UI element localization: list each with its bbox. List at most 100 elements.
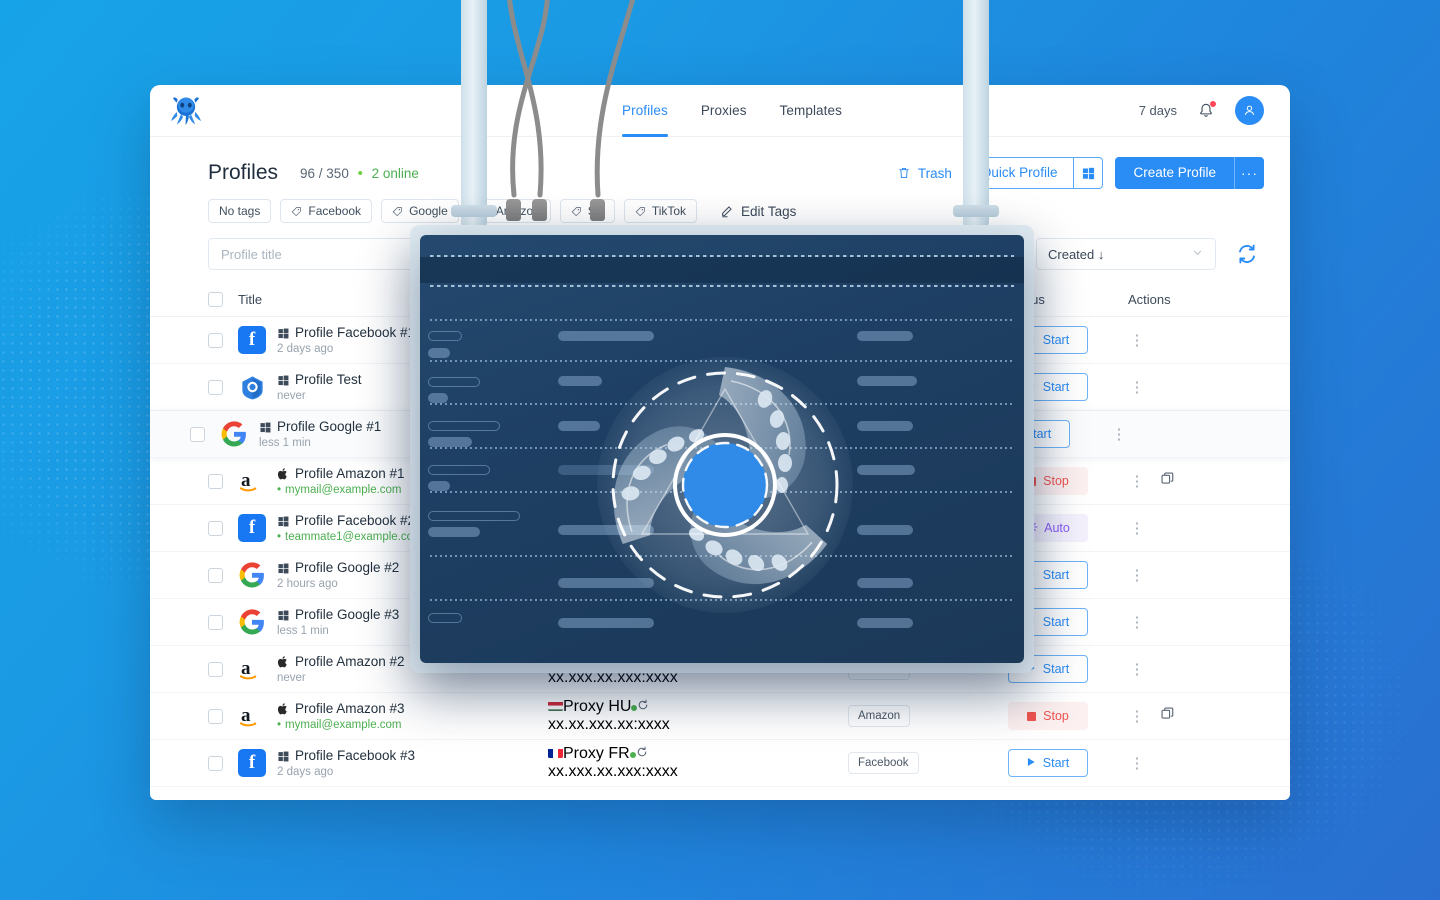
stop-button[interactable]: Stop xyxy=(1008,467,1088,495)
profile-name-row: Profile Facebook #1 xyxy=(277,325,415,342)
proxy-name: Proxy FR xyxy=(563,651,630,668)
row-checkbox[interactable] xyxy=(208,708,223,724)
table-row[interactable]: Profile Google #3 less 1 min Start ⋮ xyxy=(150,599,1290,646)
create-profile-more-button[interactable]: ··· xyxy=(1234,157,1264,189)
refresh-button[interactable] xyxy=(1230,237,1264,271)
row-select-cell xyxy=(208,520,238,536)
stop-icon xyxy=(1027,476,1037,486)
edit-tags-button[interactable]: Edit Tags xyxy=(720,204,796,219)
profile-text-block: Profile Google #2 2 hours ago xyxy=(277,560,399,591)
tag-chip-amazon[interactable]: Amazon xyxy=(467,199,551,223)
proxy-name: Proxy HU xyxy=(563,698,632,715)
start-button[interactable]: Start xyxy=(1008,608,1088,636)
profile-cell[interactable]: Profile Google #1 less 1 min xyxy=(220,419,530,449)
nav-tab-profiles[interactable]: Profiles xyxy=(622,85,668,137)
column-header-status[interactable]: Status xyxy=(1008,292,1128,307)
tag-chip-sa[interactable]: SA xyxy=(559,199,615,223)
user-avatar[interactable] xyxy=(1235,96,1264,125)
profile-name: Profile Amazon #1 xyxy=(295,465,405,481)
start-button[interactable]: Start xyxy=(1008,373,1088,401)
table-row[interactable]: a Profile Amazon #3 mymail@example.com Prox… xyxy=(150,693,1290,740)
row-checkbox[interactable] xyxy=(208,614,223,630)
row-select-cell xyxy=(208,379,238,395)
table-row[interactable]: Profile Google #1 less 1 min Start ⋮ xyxy=(150,411,1290,458)
row-menu-button[interactable]: ⋮ xyxy=(1128,566,1146,584)
table-row[interactable]: Profile Google #2 2 hours ago Start ⋮ xyxy=(150,552,1290,599)
start-button[interactable]: Start xyxy=(1008,561,1088,589)
row-menu-button[interactable]: ⋮ xyxy=(1128,331,1146,349)
tag-chip-tiktok[interactable]: TikTok xyxy=(623,199,698,223)
table-row[interactable]: f Profile Facebook #3 2 days ago Proxy FR xx… xyxy=(150,740,1290,787)
profile-cell[interactable]: f Profile Facebook #2 on ting creatives te… xyxy=(238,513,548,543)
row-menu-button[interactable]: ⋮ xyxy=(1128,519,1146,537)
actions-column-cell: ⋮ xyxy=(1128,378,1218,396)
nav-tab-proxies[interactable]: Proxies xyxy=(701,85,747,137)
proxy-refresh-icon[interactable] xyxy=(636,651,648,668)
quick-profile-os-button[interactable] xyxy=(1073,157,1104,189)
start-button[interactable]: Start xyxy=(1008,326,1088,354)
proxy-refresh-icon[interactable] xyxy=(637,698,649,715)
create-profile-button[interactable]: Create Profile xyxy=(1115,157,1234,189)
table-row[interactable]: Profile Test never Start ⋮ xyxy=(150,364,1290,411)
tag-chip-facebook[interactable]: Facebook xyxy=(280,199,373,223)
profile-cell[interactable]: a Profile Amazon #2 never xyxy=(238,654,548,685)
row-select-cell xyxy=(208,473,238,489)
tag-chip-google[interactable]: Google xyxy=(381,199,459,223)
row-checkbox[interactable] xyxy=(208,567,223,583)
row-menu-button[interactable]: ⋮ xyxy=(1128,472,1146,490)
row-menu-button[interactable]: ⋮ xyxy=(1128,378,1146,396)
profile-tag-pill[interactable]: Amazon xyxy=(848,658,911,680)
nav-tab-templates[interactable]: Templates xyxy=(780,85,842,137)
profile-cell[interactable]: Profile Google #2 2 hours ago xyxy=(238,560,548,591)
proxy-cell[interactable]: Proxy FR xx.xxx.xx.xxx:xxxx xyxy=(548,745,848,781)
row-menu-button[interactable]: ⋮ xyxy=(1128,754,1146,772)
windows-icon xyxy=(277,374,289,386)
column-header-title[interactable]: Title xyxy=(238,292,548,307)
row-checkbox[interactable] xyxy=(208,473,223,489)
quick-profile-button[interactable]: Quick Profile xyxy=(963,157,1074,189)
profile-cell[interactable]: f Profile Facebook #1 2 days ago xyxy=(238,325,548,355)
profile-cell[interactable]: f Profile Facebook #3 2 days ago xyxy=(238,748,548,778)
auto-button[interactable]: Auto xyxy=(1008,514,1088,542)
tag-column-cell: Facebook xyxy=(848,752,1008,774)
windows-icon xyxy=(277,562,289,574)
app-logo[interactable] xyxy=(150,96,222,126)
row-menu-button[interactable]: ⋮ xyxy=(1128,613,1146,631)
stop-button[interactable]: Stop xyxy=(1008,702,1088,730)
row-checkbox[interactable] xyxy=(208,332,223,348)
start-button[interactable]: Start xyxy=(1008,749,1088,777)
table-row[interactable]: a Profile Amazon #1 mymail@example.com USA S… xyxy=(150,458,1290,505)
amazon-icon: a xyxy=(238,702,266,730)
notifications-button[interactable] xyxy=(1197,100,1216,120)
start-button[interactable]: Start xyxy=(990,420,1070,448)
row-checkbox[interactable] xyxy=(208,661,223,677)
profile-tag-pill[interactable]: Facebook xyxy=(848,752,919,774)
profile-cell[interactable]: Profile Test never xyxy=(238,372,548,402)
profile-cell[interactable]: a Profile Amazon #1 mymail@example.com xyxy=(238,465,548,496)
profile-cell[interactable]: a Profile Amazon #3 mymail@example.com xyxy=(238,701,548,731)
row-checkbox[interactable] xyxy=(208,520,223,536)
row-checkbox[interactable] xyxy=(190,426,205,442)
profile-last-run: never xyxy=(277,672,306,685)
row-menu-button[interactable]: ⋮ xyxy=(1128,707,1146,725)
sort-dropdown[interactable]: Created ↓ xyxy=(1036,238,1216,270)
table-row[interactable]: f Profile Facebook #2 on ting creatives te… xyxy=(150,505,1290,552)
tag-chip-no-tags[interactable]: No tags xyxy=(208,199,272,223)
profile-tag-pill[interactable]: Amazon xyxy=(848,705,911,727)
row-checkbox[interactable] xyxy=(208,379,223,395)
row-menu-button[interactable]: ⋮ xyxy=(1128,660,1146,678)
proxy-cell[interactable]: Proxy FR xx.xxx.xx.xxx:xxxx xyxy=(548,651,848,687)
proxy-cell[interactable]: Proxy HU xx.xx.xxx.xx:xxxx xyxy=(548,698,848,734)
profile-cell[interactable]: Profile Google #3 less 1 min xyxy=(238,607,548,637)
duplicate-icon[interactable] xyxy=(1160,471,1178,491)
trash-button[interactable]: Trash xyxy=(897,166,952,181)
start-button[interactable]: Start xyxy=(1008,655,1088,683)
row-checkbox[interactable] xyxy=(208,755,223,771)
select-all-checkbox[interactable] xyxy=(208,292,223,307)
row-menu-button[interactable]: ⋮ xyxy=(1110,425,1128,443)
table-row[interactable]: f Profile Facebook #1 2 days ago Start ⋮ xyxy=(150,317,1290,364)
proxy-refresh-icon[interactable] xyxy=(636,745,648,762)
search-input[interactable] xyxy=(208,238,458,270)
duplicate-icon[interactable] xyxy=(1160,706,1178,726)
table-row[interactable]: a Profile Amazon #2 never Proxy FR xx.xxx.xx… xyxy=(150,646,1290,693)
